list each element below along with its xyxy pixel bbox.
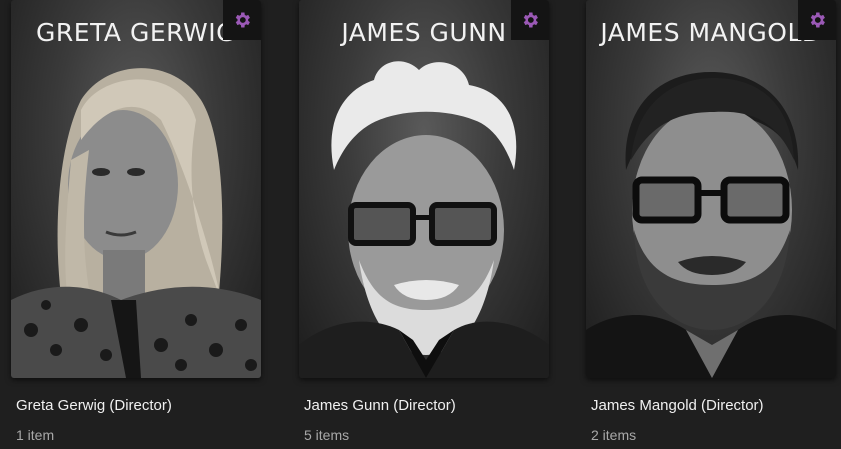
collection-grid: GRETA GERWIG Greta Gerwig (Director) 1 i… bbox=[0, 0, 841, 449]
collection-card-james-gunn: JAMES GUNN James Gunn (Director) 5 items bbox=[299, 0, 549, 449]
item-count: 5 items bbox=[304, 427, 350, 443]
card-title[interactable]: James Gunn (Director) bbox=[304, 397, 456, 414]
portrait-image bbox=[586, 72, 836, 378]
item-count: 2 items bbox=[591, 427, 637, 443]
settings-button[interactable] bbox=[223, 0, 261, 40]
card-title[interactable]: James Mangold (Director) bbox=[591, 397, 764, 414]
settings-button[interactable] bbox=[511, 0, 549, 40]
item-count: 1 item bbox=[16, 427, 55, 443]
gear-icon bbox=[523, 12, 538, 28]
settings-button[interactable] bbox=[798, 0, 836, 40]
poster-image[interactable]: JAMES GUNN bbox=[299, 0, 549, 378]
poster-image[interactable]: GRETA GERWIG bbox=[11, 0, 261, 378]
gear-icon bbox=[235, 12, 250, 28]
poster-image[interactable]: JAMES MANGOLD bbox=[586, 0, 836, 378]
portrait-image bbox=[299, 61, 549, 378]
collection-card-greta-gerwig: GRETA GERWIG Greta Gerwig (Director) 1 i… bbox=[11, 0, 261, 449]
collection-card-james-mangold: JAMES MANGOLD James Mangold (Director) 2… bbox=[586, 0, 836, 449]
portrait-image bbox=[11, 68, 261, 378]
gear-icon bbox=[810, 12, 825, 28]
card-title[interactable]: Greta Gerwig (Director) bbox=[16, 397, 172, 414]
